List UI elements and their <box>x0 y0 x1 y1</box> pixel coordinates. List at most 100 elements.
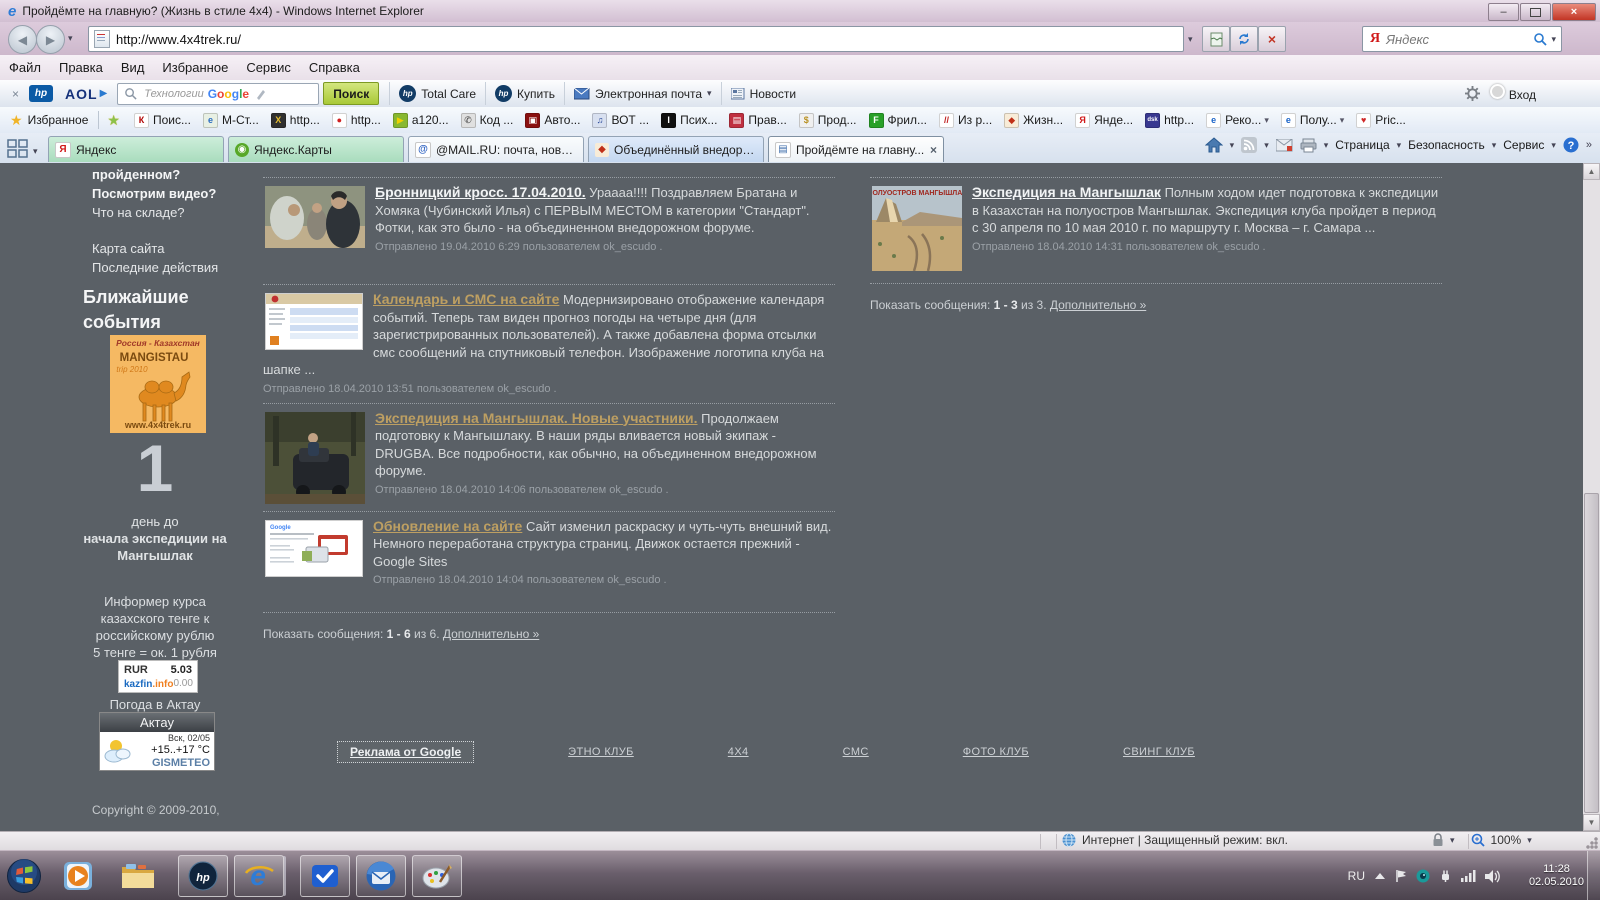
aol-logo[interactable]: AOL <box>65 86 98 102</box>
clock-area[interactable]: 11:28 02.05.2010 <box>1529 851 1584 900</box>
hp-total-care-button[interactable]: hp Total Care <box>389 82 485 105</box>
news-button[interactable]: Новости <box>721 82 805 105</box>
forward-button[interactable]: ▶ <box>36 25 65 54</box>
lock-icon[interactable] <box>1432 833 1444 847</box>
footer-link-4x4[interactable]: 4X4 <box>728 746 749 758</box>
chevron-down-icon[interactable]: ▾ <box>1527 835 1532 846</box>
mail-icon[interactable] <box>1276 139 1293 152</box>
address-dropdown-icon[interactable]: ▾ <box>1188 34 1193 45</box>
favorite-item[interactable]: ♫ВОТ ... <box>586 113 655 128</box>
tab-close-icon[interactable]: × <box>930 143 937 157</box>
sidebar-item-stock[interactable]: Что на складе? <box>92 203 216 222</box>
tab-yandex[interactable]: Я Яндекс <box>48 136 224 162</box>
scroll-up-icon[interactable]: ▲ <box>1583 163 1600 180</box>
more-link[interactable]: Дополнительно » <box>1050 298 1146 312</box>
favorite-item[interactable]: КПоис... <box>128 113 197 128</box>
scrollbar-thumb[interactable] <box>1584 493 1599 813</box>
google-ads-link[interactable]: Реклама от Google <box>337 741 474 763</box>
post-thumbnail[interactable] <box>265 412 365 504</box>
favorite-item[interactable]: ▤Прав... <box>723 113 792 128</box>
footer-link-etno[interactable]: ЭТНО КЛУБ <box>568 746 634 758</box>
history-dropdown-icon[interactable]: ▾ <box>68 33 73 44</box>
favorite-item[interactable]: $Прод... <box>793 113 863 128</box>
start-button[interactable] <box>4 857 44 895</box>
paint-button[interactable] <box>412 855 462 897</box>
refresh-button[interactable] <box>1230 26 1258 52</box>
show-desktop-button[interactable] <box>1587 851 1600 900</box>
menu-view[interactable]: Вид <box>112 60 154 75</box>
overflow-icon[interactable]: » <box>1586 139 1592 151</box>
media-player-button[interactable] <box>58 857 98 895</box>
internet-explorer-button[interactable]: e <box>234 855 284 897</box>
toolbar-close-icon[interactable]: × <box>12 87 19 101</box>
address-field[interactable]: http://www.4x4trek.ru/ <box>88 26 1184 52</box>
compatibility-view-button[interactable] <box>1202 26 1230 52</box>
tab-yandex-maps[interactable]: ◉ Яндекс.Карты <box>228 136 404 162</box>
search-icon[interactable] <box>1533 32 1547 46</box>
hp-buy-button[interactable]: hp Купить <box>485 82 564 105</box>
stop-button[interactable]: × <box>1258 26 1286 52</box>
maximize-button[interactable] <box>1520 3 1551 21</box>
google-search-input[interactable]: Технологии Google <box>117 83 319 105</box>
explorer-button[interactable] <box>118 857 158 895</box>
add-favorite-icon[interactable]: ★ <box>107 112 120 129</box>
favorite-item[interactable]: ●http... <box>326 113 387 128</box>
close-button[interactable]: × <box>1552 3 1596 21</box>
sidebar-item-passed[interactable]: пройденном? <box>92 165 216 184</box>
post-title[interactable]: Бронницкий кросс. 17.04.2010. <box>375 184 586 200</box>
scroll-down-icon[interactable]: ▼ <box>1583 814 1600 831</box>
menu-edit[interactable]: Правка <box>50 60 112 75</box>
favorite-item[interactable]: dskhttp... <box>1139 113 1200 128</box>
tray-expand-icon[interactable] <box>1374 872 1386 880</box>
minimize-button[interactable]: – <box>1488 3 1519 21</box>
action-center-flag-icon[interactable] <box>1395 869 1407 883</box>
search-box[interactable]: Я Яндекс ▾ <box>1362 26 1562 52</box>
network-signal-icon[interactable] <box>1461 870 1476 882</box>
tab-list-dropdown-icon[interactable]: ▾ <box>33 146 38 157</box>
vertical-scrollbar[interactable]: ▲ ▼ <box>1583 163 1600 831</box>
zoom-level[interactable]: 100% <box>1491 833 1522 847</box>
messenger-button[interactable] <box>300 855 350 897</box>
tab-mailru[interactable]: @ @MAIL.RU: почта, новост... <box>408 136 584 162</box>
post-thumbnail[interactable] <box>265 186 365 248</box>
menu-tools[interactable]: Сервис <box>237 60 300 75</box>
post-thumbnail[interactable]: ПОЛУОСТРОВ МАНГЫШЛАК <box>872 186 962 271</box>
favorite-item[interactable]: ▶a120... <box>387 113 455 128</box>
tab-active-4x4trek[interactable]: ▤ Пройдёмте на главну... × <box>768 136 944 162</box>
weather-widget[interactable]: Актау Вск, 02/05 +15..+17 °C GISMETEO <box>99 712 215 771</box>
thunderbird-button[interactable] <box>356 855 406 897</box>
favorite-item[interactable]: FФрил... <box>863 113 934 128</box>
footer-link-sms[interactable]: СМС <box>843 746 869 758</box>
zoom-icon[interactable] <box>1471 833 1485 847</box>
language-indicator[interactable]: RU <box>1348 869 1365 883</box>
tab-offroad-forum[interactable]: ◆ Объединённый внедоро... <box>588 136 764 162</box>
favorite-item[interactable]: eРеко...▾ <box>1200 113 1275 128</box>
search-dropdown-icon[interactable]: ▾ <box>1551 34 1556 45</box>
email-button[interactable]: Электронная почта ▾ <box>564 82 721 105</box>
favorite-item[interactable]: ◆Жизн... <box>998 113 1069 128</box>
post-title[interactable]: Экспедиция на Мангышлак <box>972 184 1161 200</box>
footer-link-photo[interactable]: ФОТО КЛУБ <box>963 746 1029 758</box>
mangistau-banner-image[interactable]: Россия - Казахстан MANGISTAU trip 2010 w… <box>110 335 206 433</box>
favorite-item[interactable]: eМ-Ст... <box>197 113 265 128</box>
rss-icon[interactable] <box>1241 137 1257 153</box>
post-thumbnail[interactable]: Google <box>265 520 363 577</box>
resize-grip[interactable] <box>1586 836 1599 849</box>
favorites-label[interactable]: Избранное <box>28 113 89 127</box>
post-title[interactable]: Календарь и СМС на сайте <box>373 291 559 307</box>
footer-link-swing[interactable]: СВИНГ КЛУБ <box>1123 746 1195 758</box>
sidebar-item-video[interactable]: Посмотрим видео? <box>92 184 216 203</box>
sidebar-item-recent[interactable]: Последние действия <box>92 258 218 277</box>
page-menu[interactable]: Страница <box>1335 138 1389 152</box>
home-icon[interactable] <box>1205 137 1223 153</box>
gear-icon[interactable] <box>1465 86 1480 101</box>
post-title[interactable]: Экспедиция на Мангышлак. Новые участники… <box>375 410 698 426</box>
chevron-down-icon[interactable]: ▾ <box>1450 835 1455 846</box>
title-bar[interactable]: e Пройдёмте на главную? (Жизнь в стиле 4… <box>0 0 1600 22</box>
webcam-tray-icon[interactable] <box>1416 869 1430 883</box>
kazfin-link[interactable]: kazfin.info <box>124 677 173 692</box>
favorite-item[interactable]: //Из р... <box>933 113 998 128</box>
help-icon[interactable]: ? <box>1563 137 1579 153</box>
search-submit-button[interactable]: Поиск <box>323 82 379 105</box>
login-button[interactable]: Вход <box>1490 84 1536 102</box>
